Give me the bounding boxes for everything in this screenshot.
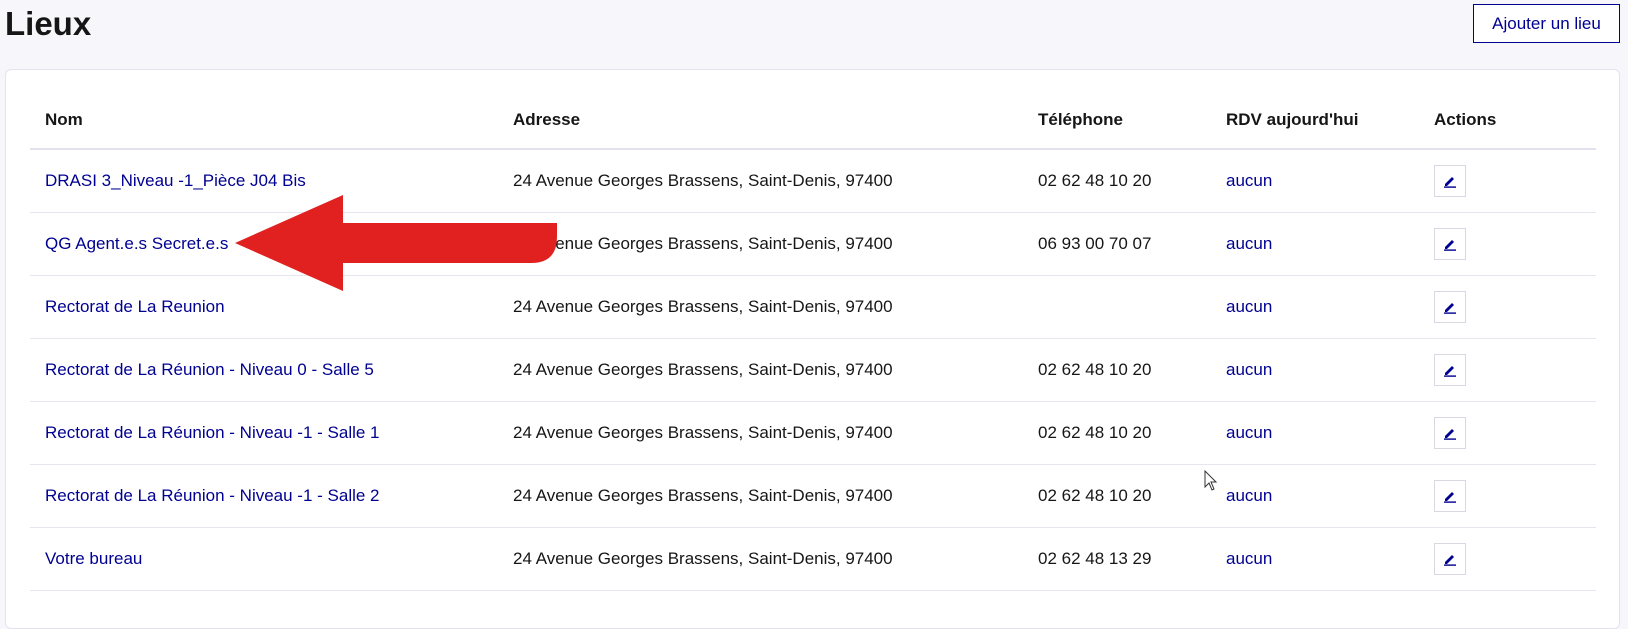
edit-button[interactable] xyxy=(1434,165,1466,197)
rdv-today-link[interactable]: aucun xyxy=(1226,171,1272,190)
edit-button[interactable] xyxy=(1434,291,1466,323)
cell-phone: 02 62 48 10 20 xyxy=(1023,464,1211,528)
cell-actions xyxy=(1419,401,1596,465)
cell-phone xyxy=(1023,275,1211,339)
cell-address: 24 Avenue Georges Brassens, Saint-Denis,… xyxy=(498,464,1023,528)
lieu-name-link[interactable]: Rectorat de La Réunion - Niveau -1 - Sal… xyxy=(45,423,380,442)
cell-address: 24 Avenue Georges Brassens, Saint-Denis,… xyxy=(498,149,1023,213)
cell-phone: 02 62 48 13 29 xyxy=(1023,527,1211,591)
lieu-name-link[interactable]: Votre bureau xyxy=(45,549,142,568)
column-header-phone: Téléphone xyxy=(1023,92,1211,150)
cell-rdv: aucun xyxy=(1211,527,1419,591)
cell-address: 24 Avenue Georges Brassens, Saint-Denis,… xyxy=(498,212,1023,276)
column-header-address: Adresse xyxy=(498,92,1023,150)
edit-button[interactable] xyxy=(1434,228,1466,260)
cell-rdv: aucun xyxy=(1211,464,1419,528)
cell-phone: 02 62 48 10 20 xyxy=(1023,401,1211,465)
lieux-table: Nom Adresse Téléphone RDV aujourd'hui Ac… xyxy=(30,92,1596,591)
rdv-today-link[interactable]: aucun xyxy=(1226,486,1272,505)
rdv-today-link[interactable]: aucun xyxy=(1226,360,1272,379)
cell-phone: 02 62 48 10 20 xyxy=(1023,149,1211,213)
cell-actions xyxy=(1419,338,1596,402)
edit-button[interactable] xyxy=(1434,480,1466,512)
cell-address: 24 Avenue Georges Brassens, Saint-Denis,… xyxy=(498,401,1023,465)
cell-actions xyxy=(1419,212,1596,276)
cell-address: 24 Avenue Georges Brassens, Saint-Denis,… xyxy=(498,527,1023,591)
rdv-today-link[interactable]: aucun xyxy=(1226,297,1272,316)
cell-name: Votre bureau xyxy=(30,527,498,591)
cell-actions xyxy=(1419,464,1596,528)
lieux-card: Nom Adresse Téléphone RDV aujourd'hui Ac… xyxy=(5,69,1620,629)
table-header-row: Nom Adresse Téléphone RDV aujourd'hui Ac… xyxy=(30,92,1596,150)
add-lieu-button[interactable]: Ajouter un lieu xyxy=(1473,4,1620,43)
lieu-name-link[interactable]: QG Agent.e.s Secret.e.s xyxy=(45,234,228,253)
red-arrow-icon xyxy=(235,195,557,291)
lieu-name-link[interactable]: Rectorat de La Réunion - Niveau -1 - Sal… xyxy=(45,486,380,505)
mouse-cursor-icon xyxy=(1204,470,1218,491)
page-title: Lieux xyxy=(5,5,92,42)
edit-button[interactable] xyxy=(1434,354,1466,386)
cell-rdv: aucun xyxy=(1211,212,1419,276)
rdv-today-link[interactable]: aucun xyxy=(1226,423,1272,442)
cell-actions xyxy=(1419,149,1596,213)
cell-rdv: aucun xyxy=(1211,338,1419,402)
table-row: Rectorat de La Réunion - Niveau -1 - Sal… xyxy=(30,401,1596,465)
lieu-name-link[interactable]: DRASI 3_Niveau -1_Pièce J04 Bis xyxy=(45,171,306,190)
cell-rdv: aucun xyxy=(1211,149,1419,213)
cell-name: Rectorat de La Réunion - Niveau -1 - Sal… xyxy=(30,464,498,528)
cell-rdv: aucun xyxy=(1211,275,1419,339)
lieu-name-link[interactable]: Rectorat de La Reunion xyxy=(45,297,225,316)
rdv-today-link[interactable]: aucun xyxy=(1226,234,1272,253)
cell-name: Rectorat de La Réunion - Niveau -1 - Sal… xyxy=(30,401,498,465)
cell-actions xyxy=(1419,275,1596,339)
cell-address: 24 Avenue Georges Brassens, Saint-Denis,… xyxy=(498,275,1023,339)
edit-button[interactable] xyxy=(1434,417,1466,449)
cell-address: 24 Avenue Georges Brassens, Saint-Denis,… xyxy=(498,338,1023,402)
cell-name: Rectorat de La Réunion - Niveau 0 - Sall… xyxy=(30,338,498,402)
rdv-today-link[interactable]: aucun xyxy=(1226,549,1272,568)
cell-rdv: aucun xyxy=(1211,401,1419,465)
lieu-name-link[interactable]: Rectorat de La Réunion - Niveau 0 - Sall… xyxy=(45,360,374,379)
cell-phone: 02 62 48 10 20 xyxy=(1023,338,1211,402)
edit-button[interactable] xyxy=(1434,543,1466,575)
table-row: Rectorat de La Réunion - Niveau 0 - Sall… xyxy=(30,338,1596,402)
column-header-name: Nom xyxy=(30,92,498,150)
cell-phone: 06 93 00 70 07 xyxy=(1023,212,1211,276)
column-header-actions: Actions xyxy=(1419,92,1596,150)
column-header-rdv-today: RDV aujourd'hui xyxy=(1211,92,1419,150)
table-row: Rectorat de La Réunion - Niveau -1 - Sal… xyxy=(30,464,1596,528)
table-row: Votre bureau 24 Avenue Georges Brassens, … xyxy=(30,527,1596,591)
cell-actions xyxy=(1419,527,1596,591)
